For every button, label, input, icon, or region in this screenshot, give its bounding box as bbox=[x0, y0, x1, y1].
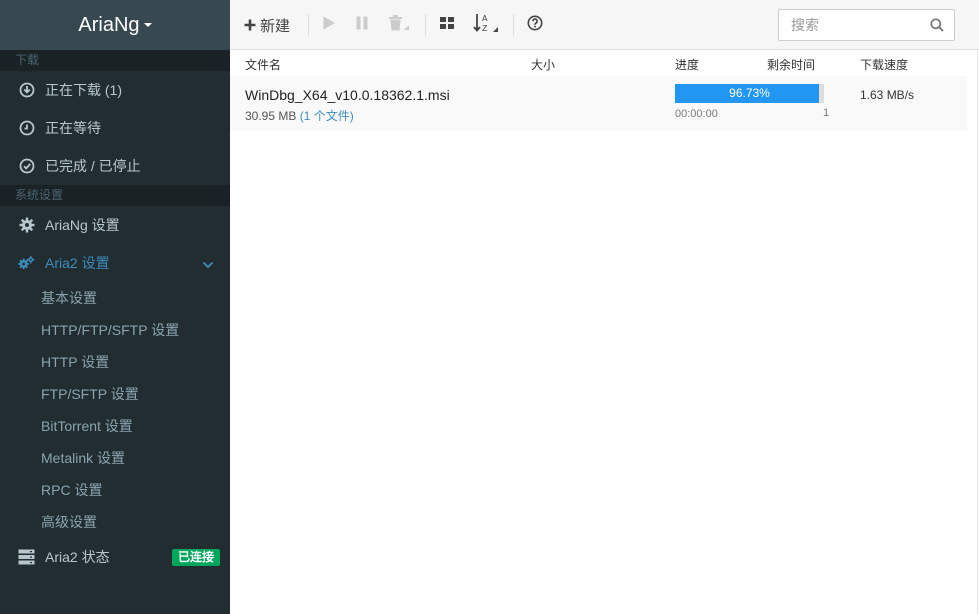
column-header-remaining[interactable]: 剩余时间 bbox=[767, 56, 815, 73]
display-mode-button[interactable] bbox=[439, 14, 455, 36]
task-table-header: 文件名 大小 进度 剩余时间 下载速度 bbox=[230, 50, 967, 76]
search-box bbox=[778, 9, 955, 41]
sort-button[interactable]: AZ bbox=[473, 14, 501, 36]
sidebar-subitem-basic[interactable]: 基本设置 bbox=[0, 282, 230, 314]
sidebar-item-aria2-status[interactable]: Aria2 状态 已连接 bbox=[0, 538, 230, 576]
progress-bar: 96.73% bbox=[675, 84, 824, 103]
sidebar-item-label: Aria2 设置 bbox=[45, 255, 110, 271]
question-circle-icon bbox=[527, 15, 543, 35]
sidebar-item-aria2-settings[interactable]: Aria2 设置 bbox=[0, 244, 230, 282]
task-speed: 1.63 MB/s bbox=[860, 88, 915, 102]
svg-text:A: A bbox=[482, 14, 488, 23]
new-task-button[interactable]: 新建 bbox=[244, 14, 290, 36]
sidebar-item-label: 正在下载 (1) bbox=[45, 82, 122, 98]
task-connections: 1 bbox=[823, 107, 830, 119]
brand-title: AriaNg bbox=[78, 13, 140, 36]
search-input[interactable] bbox=[779, 10, 919, 40]
help-button[interactable] bbox=[527, 14, 543, 36]
download-circle-icon bbox=[18, 82, 35, 99]
sort-alpha-icon: AZ bbox=[473, 12, 501, 38]
sidebar-item-ariang-settings[interactable]: AriaNg 设置 bbox=[0, 206, 230, 244]
task-remaining-time: 00:00:00 bbox=[675, 108, 718, 120]
sidebar-item-waiting[interactable]: 正在等待 bbox=[0, 109, 230, 147]
play-icon bbox=[322, 15, 336, 35]
sidebar-subitem-http-ftp-sftp[interactable]: HTTP/FTP/SFTP 设置 bbox=[0, 314, 230, 346]
delete-button[interactable] bbox=[388, 14, 412, 36]
brand-menu[interactable]: AriaNg bbox=[0, 0, 230, 50]
section-header-downloads: 下载 bbox=[0, 50, 230, 71]
column-header-progress[interactable]: 进度 bbox=[675, 56, 699, 73]
sidebar-subitem-rpc[interactable]: RPC 设置 bbox=[0, 474, 230, 506]
check-circle-icon bbox=[18, 158, 35, 175]
search-icon[interactable] bbox=[930, 18, 944, 35]
sidebar: AriaNg 下载 正在下载 (1) 正在等待 已完成 / 已停止 系统设置 A… bbox=[0, 0, 230, 614]
new-task-label: 新建 bbox=[260, 17, 291, 35]
plus-icon bbox=[244, 19, 256, 31]
gear-icon bbox=[18, 217, 35, 234]
column-header-name[interactable]: 文件名 bbox=[245, 56, 281, 73]
column-header-size[interactable]: 大小 bbox=[531, 56, 555, 73]
trash-icon bbox=[388, 14, 412, 36]
toolbar-divider bbox=[308, 14, 309, 36]
svg-text:Z: Z bbox=[482, 24, 488, 33]
sidebar-subitem-metalink[interactable]: Metalink 设置 bbox=[0, 442, 230, 474]
grid-icon bbox=[439, 15, 455, 35]
task-size: 30.95 MB bbox=[245, 109, 297, 123]
server-icon bbox=[18, 549, 35, 566]
task-filename[interactable]: WinDbg_X64_v10.0.18362.1.msi bbox=[245, 87, 450, 103]
clock-icon bbox=[18, 120, 35, 137]
toolbar: 新建 AZ bbox=[230, 0, 979, 50]
sidebar-subitem-http[interactable]: HTTP 设置 bbox=[0, 346, 230, 378]
pause-button[interactable] bbox=[355, 14, 369, 36]
sidebar-item-downloading[interactable]: 正在下载 (1) bbox=[0, 71, 230, 109]
toolbar-divider bbox=[513, 14, 514, 36]
column-header-speed[interactable]: 下载速度 bbox=[860, 56, 908, 73]
sidebar-item-label: 正在等待 bbox=[45, 120, 101, 136]
sidebar-subitem-bittorrent[interactable]: BitTorrent 设置 bbox=[0, 410, 230, 442]
start-button[interactable] bbox=[322, 14, 336, 36]
sidebar-item-label: Aria2 状态 bbox=[45, 549, 110, 565]
sidebar-subitem-ftp-sftp[interactable]: FTP/SFTP 设置 bbox=[0, 378, 230, 410]
sidebar-item-label: 已完成 / 已停止 bbox=[45, 158, 141, 174]
caret-down-icon bbox=[143, 23, 152, 27]
toolbar-divider bbox=[425, 14, 426, 36]
task-files-link[interactable]: (1 个文件) bbox=[300, 109, 354, 123]
sidebar-item-label: AriaNg 设置 bbox=[45, 217, 120, 233]
pause-icon bbox=[355, 15, 369, 35]
gears-icon bbox=[18, 255, 35, 272]
content-border bbox=[977, 50, 978, 614]
chevron-down-icon bbox=[202, 257, 214, 273]
sidebar-item-stopped[interactable]: 已完成 / 已停止 bbox=[0, 147, 230, 185]
table-row[interactable]: WinDbg_X64_v10.0.18362.1.msi 30.95 MB (1… bbox=[230, 76, 967, 131]
sidebar-subitem-advanced[interactable]: 高级设置 bbox=[0, 506, 230, 538]
task-size-line: 30.95 MB (1 个文件) bbox=[245, 107, 354, 124]
section-header-settings: 系统设置 bbox=[0, 185, 230, 206]
progress-text: 96.73% bbox=[729, 86, 770, 100]
status-badge: 已连接 bbox=[171, 549, 220, 566]
